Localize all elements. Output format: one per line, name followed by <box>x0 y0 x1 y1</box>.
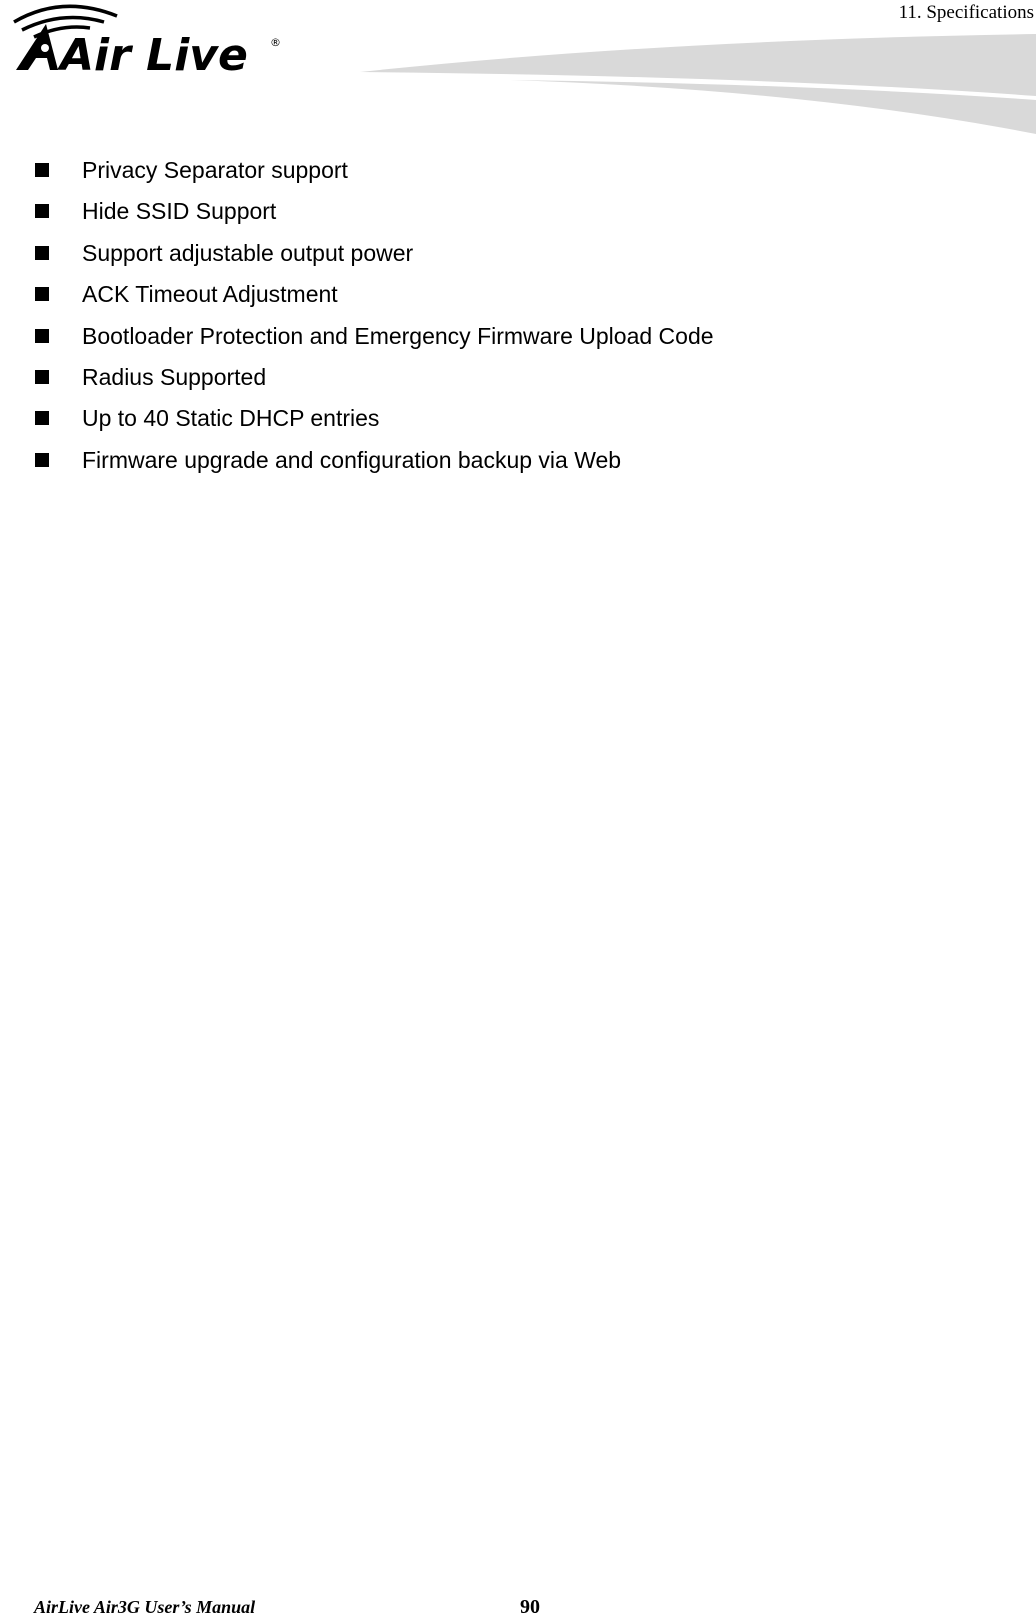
list-item-text: Hide SSID Support <box>82 198 277 225</box>
square-bullet-icon <box>35 204 49 219</box>
list-item-text: Firmware upgrade and configuration backu… <box>82 446 622 473</box>
square-bullet-icon <box>35 411 49 426</box>
page-number: 90 <box>520 1596 540 1618</box>
svg-text:®: ® <box>270 36 281 49</box>
square-bullet-icon <box>35 163 49 177</box>
header-swoosh-decoration <box>360 30 1036 140</box>
square-bullet-icon <box>35 452 49 467</box>
footer-manual-title: AirLive Air3G User’s Manual <box>34 1597 256 1617</box>
airlive-logo-icon: Air Live ® <box>13 4 281 81</box>
section-title: 11. Specifications <box>898 2 1034 23</box>
square-bullet-icon <box>35 328 49 343</box>
list-item-text: Radius Supported <box>82 363 267 390</box>
list-item-text: Support adjustable output power <box>82 239 414 266</box>
list-item-text: ACK Timeout Adjustment <box>82 281 338 308</box>
square-bullet-icon <box>35 369 49 384</box>
list-item-text: Privacy Separator support <box>82 157 348 183</box>
list-item-text: Up to 40 Static DHCP entries <box>82 405 380 432</box>
logo-wordmark: Air Live <box>57 30 248 80</box>
square-bullet-icon <box>35 245 49 260</box>
airlive-logo: Air Live ® <box>12 0 292 81</box>
list-item-text: Bootloader Protection and Emergency Firm… <box>82 322 714 349</box>
square-bullet-icon <box>35 287 49 302</box>
